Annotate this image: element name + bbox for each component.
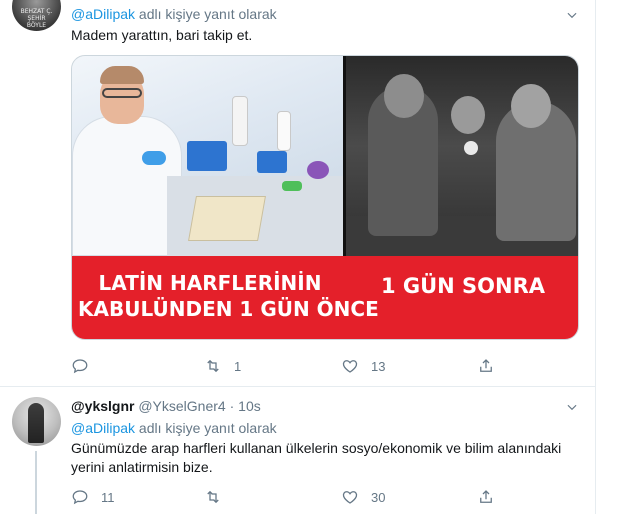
- reply-button[interactable]: [71, 355, 101, 377]
- lab-photo: [72, 56, 343, 256]
- retweet-icon: [207, 359, 219, 373]
- heart-icon: [342, 491, 358, 504]
- reply-button[interactable]: 11: [71, 486, 115, 508]
- tweet-media-image[interactable]: LATİN HARFLERİNİN KABULÜNDEN 1 GÜN ÖNCE …: [71, 55, 579, 340]
- tweet-actions: 1 13: [71, 355, 531, 377]
- like-count: 13: [371, 358, 386, 374]
- tweet-actions: 11 30: [71, 486, 531, 508]
- reply-context-suffix: adlı kişiye yanıt olarak: [135, 6, 277, 22]
- media-banner: LATİN HARFLERİNİN KABULÜNDEN 1 GÜN ÖNCE …: [72, 256, 578, 339]
- retweet-button[interactable]: [204, 486, 234, 508]
- tweet-header: @ykslgnr @YkselGner4 · 10s: [71, 398, 261, 414]
- reply-icon: [72, 359, 88, 374]
- display-name[interactable]: @ykslgnr: [71, 398, 134, 414]
- share-icon: [480, 490, 492, 503]
- tweet-timestamp[interactable]: 10s: [238, 398, 261, 414]
- banner-left-line1: LATİN HARFLERİNİN: [98, 271, 322, 295]
- tweet-1[interactable]: BEHZAT Ç. ŞEHİR BÖYLE @aDilipak adlı kiş…: [0, 0, 595, 386]
- timeline-border: [595, 0, 596, 514]
- share-button[interactable]: [477, 486, 495, 508]
- avatar[interactable]: BEHZAT Ç. ŞEHİR BÖYLE: [12, 0, 61, 31]
- avatar[interactable]: [12, 397, 61, 446]
- share-icon: [480, 359, 492, 372]
- street-photo: [343, 56, 578, 256]
- banner-left-caption: LATİN HARFLERİNİN KABULÜNDEN 1 GÜN ÖNCE: [78, 270, 379, 322]
- time-separator: ·: [225, 398, 239, 414]
- tweet-2[interactable]: @ykslgnr @YkselGner4 · 10s @aDilipak adl…: [0, 386, 595, 514]
- banner-right-caption: 1 GÜN SONRA: [380, 274, 546, 298]
- retweet-icon: [207, 490, 219, 504]
- reply-icon: [72, 490, 88, 505]
- reply-handle-link[interactable]: @aDilipak: [71, 420, 135, 436]
- reply-context-suffix: adlı kişiye yanıt olarak: [135, 420, 277, 436]
- like-button[interactable]: 13: [341, 355, 385, 377]
- screen-name[interactable]: @YkselGner4: [134, 398, 225, 414]
- thread-line: [35, 451, 37, 514]
- reply-count: 11: [101, 489, 115, 505]
- like-count: 30: [371, 489, 386, 505]
- tweet-text: Madem yarattın, bari takip et.: [71, 27, 253, 43]
- reply-handle-link[interactable]: @aDilipak: [71, 6, 135, 22]
- reply-context: @aDilipak adlı kişiye yanıt olarak: [71, 6, 277, 22]
- like-button[interactable]: 30: [341, 486, 385, 508]
- banner-left-line2: KABULÜNDEN 1 GÜN ÖNCE: [78, 297, 379, 321]
- chevron-down-icon[interactable]: [565, 400, 579, 414]
- retweet-count: 1: [234, 358, 242, 374]
- reply-context: @aDilipak adlı kişiye yanıt olarak: [71, 420, 277, 436]
- retweet-button[interactable]: 1: [204, 355, 241, 377]
- share-button[interactable]: [477, 355, 495, 377]
- chevron-down-icon[interactable]: [565, 8, 579, 22]
- tweet-text: Günümüzde arap harfleri kullanan ülkeler…: [71, 440, 562, 475]
- avatar-text: BEHZAT Ç. ŞEHİR BÖYLE: [20, 8, 53, 29]
- heart-icon: [342, 360, 358, 373]
